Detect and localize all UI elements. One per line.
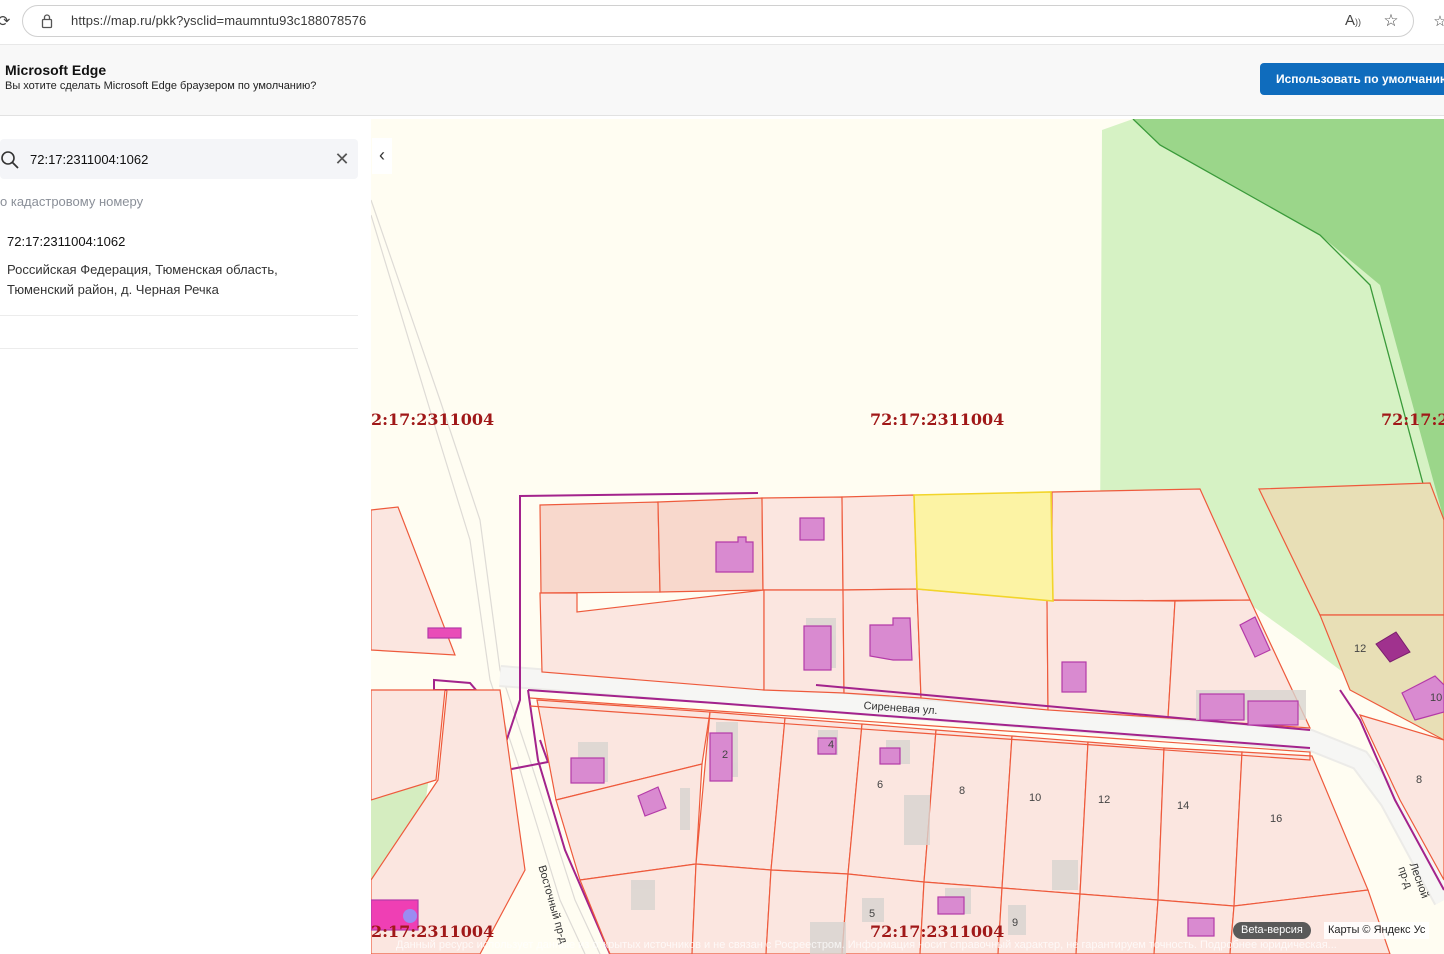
favorites-icon[interactable]: ☆ (1430, 12, 1444, 32)
url-text: https://map.ru/pkk?ysclid=maumntu93c1880… (71, 13, 367, 28)
browser-toolbar: ⟳ https://map.ru/pkk?ysclid=maumntu93c18… (0, 0, 1444, 45)
house-number: 10 (1029, 792, 1042, 804)
cadastral-map[interactable]: 2:17:2311004 72:17:2311004 72:17:2 2:17:… (371, 119, 1444, 954)
house-number: 2 (722, 749, 729, 761)
banner-title: Microsoft Edge (5, 62, 107, 78)
beta-badge: Beta-версия (1233, 922, 1311, 939)
search-input[interactable] (30, 149, 330, 169)
house-number: 12 (1354, 643, 1367, 655)
banner-text: Вы хотите сделать Microsoft Edge браузер… (5, 80, 317, 92)
read-aloud-icon[interactable]: A)) (1343, 11, 1363, 31)
house-number: 8 (959, 785, 966, 797)
close-icon[interactable]: ✕ (334, 149, 350, 169)
divider (0, 348, 358, 349)
house-number: 5 (869, 908, 876, 920)
house-number: 4 (828, 739, 835, 751)
selected-parcel[interactable] (913, 491, 1054, 602)
collapse-panel-button[interactable]: ‹ (372, 138, 392, 174)
house-number: 12 (1098, 794, 1111, 806)
map-copyright[interactable]: Карты © Яндекс Ус (1324, 922, 1430, 939)
results-section-label: о кадастровому номеру (0, 194, 144, 209)
refresh-icon[interactable]: ⟳ (0, 12, 14, 32)
house-number: 9 (1012, 917, 1019, 929)
house-number: 8 (1416, 774, 1423, 786)
result-number: 72:17:2311004:1062 (7, 234, 126, 249)
star-icon[interactable]: ☆ (1381, 11, 1401, 31)
set-default-button[interactable]: Использовать по умолчанию (1260, 63, 1444, 95)
house-number: 16 (1270, 813, 1283, 825)
quarter-label: 2:17:2311004 (371, 410, 495, 429)
quarter-label: 72:17:2311004 (870, 410, 1005, 429)
search-icon[interactable] (0, 150, 20, 170)
result-address: Российская Федерация, Тюменская область,… (7, 262, 278, 297)
lock-icon[interactable] (41, 13, 53, 29)
map-disclaimer: Данный ресурс использует данные из откры… (396, 939, 1337, 951)
house-number: 10 (1430, 692, 1443, 704)
address-bar[interactable]: https://map.ru/pkk?ysclid=maumntu93c1880… (22, 5, 1414, 37)
search-box[interactable]: ✕ (0, 139, 358, 179)
map-canvas[interactable] (371, 119, 1444, 954)
house-number: 14 (1177, 800, 1190, 812)
default-browser-banner: Microsoft Edge Вы хотите сделать Microso… (0, 45, 1444, 116)
quarter-label: 72:17:2 (1381, 410, 1444, 429)
result-item[interactable]: 72:17:2311004:1062 Российская Федерация,… (0, 227, 358, 316)
house-number: 6 (877, 779, 884, 791)
search-panel: ✕ о кадастровому номеру 72:17:2311004:10… (0, 119, 372, 954)
